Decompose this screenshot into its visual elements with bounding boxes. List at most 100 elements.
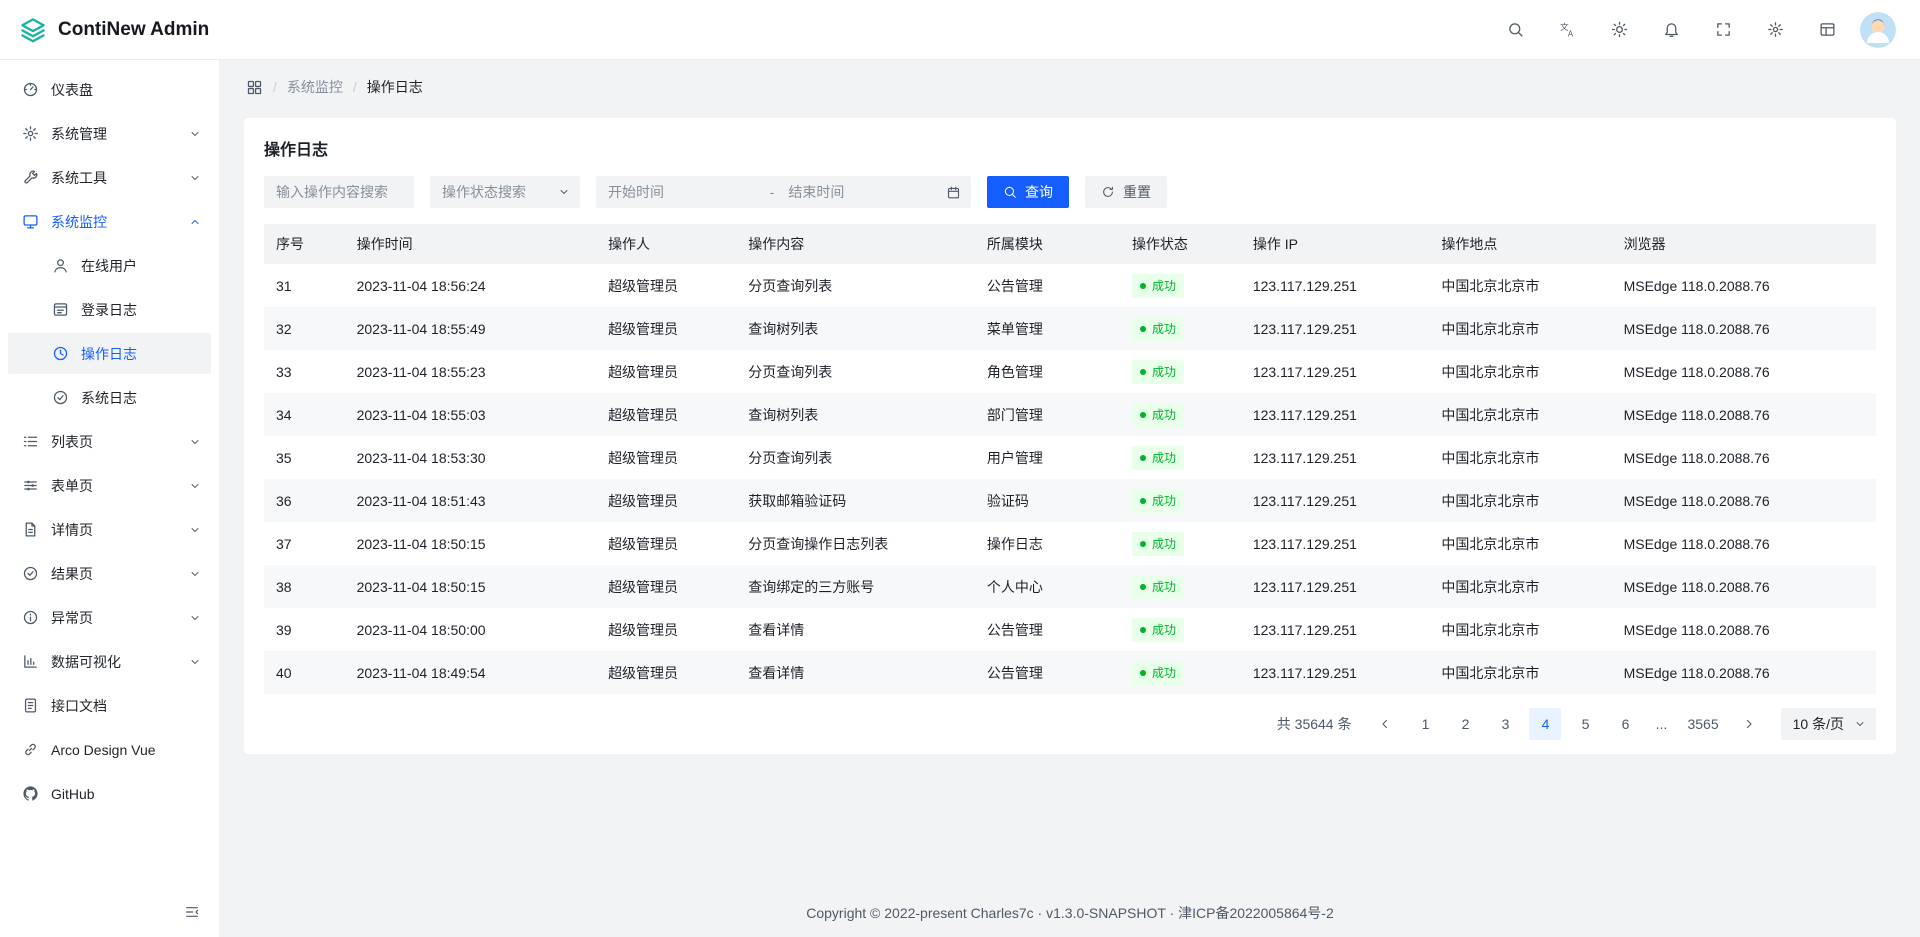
cell-content: 查询树列表 — [736, 307, 975, 350]
cell-ip: 123.117.129.251 — [1241, 436, 1430, 479]
chevron-down-icon — [189, 612, 201, 624]
sidebar-item-system-monitor[interactable]: 系统监控 — [8, 201, 211, 242]
cell-browser: MSEdge 118.0.2088.76 — [1612, 565, 1876, 608]
table-row: 352023-11-04 18:53:30超级管理员分页查询列表用户管理成功12… — [264, 436, 1876, 479]
date-range-separator: - — [766, 184, 779, 200]
status-badge: 成功 — [1132, 532, 1184, 556]
reset-button[interactable]: 重置 — [1085, 176, 1167, 208]
chevron-down-icon — [189, 172, 201, 184]
theme-light-icon — [1611, 21, 1628, 38]
breadcrumb-item-system-monitor[interactable]: 系统监控 — [287, 77, 343, 97]
pagination-page-3[interactable]: 3 — [1489, 708, 1521, 740]
sidebar-item-label: 数据可视化 — [51, 652, 177, 672]
pagination-ellipsis[interactable]: ... — [1649, 716, 1673, 732]
app-title: ContiNew Admin — [58, 19, 209, 41]
sidebar-item-data-visualization[interactable]: 数据可视化 — [8, 641, 211, 682]
table-row: 362023-11-04 18:51:43超级管理员获取邮箱验证码验证码成功12… — [264, 479, 1876, 522]
cell-operator: 超级管理员 — [596, 522, 736, 565]
notification-bell-button[interactable] — [1654, 13, 1688, 47]
cell-ip: 123.117.129.251 — [1241, 565, 1430, 608]
sidebar-item-label: 异常页 — [51, 608, 177, 628]
page-title: 操作日志 — [264, 136, 1876, 160]
column-header-ip: 操作 IP — [1241, 224, 1430, 264]
pagination-page-5[interactable]: 5 — [1569, 708, 1601, 740]
main-content: / 系统监控 / 操作日志 操作日志 操作状态搜索 开始时间 - 结束时间 — [220, 60, 1920, 937]
chevron-up-icon — [189, 216, 201, 228]
date-range-picker[interactable]: 开始时间 - 结束时间 — [596, 176, 971, 208]
sidebar-item-github[interactable]: GitHub — [8, 773, 211, 814]
query-button[interactable]: 查询 — [987, 176, 1069, 208]
pagination-page-2[interactable]: 2 — [1449, 708, 1481, 740]
cell-location: 中国北京北京市 — [1429, 264, 1611, 307]
cell-module: 角色管理 — [975, 350, 1120, 393]
status-dot-icon — [1140, 627, 1146, 633]
fullscreen-button[interactable] — [1706, 13, 1740, 47]
pagination-next-button[interactable] — [1733, 708, 1765, 740]
column-header-module: 所属模块 — [975, 224, 1120, 264]
refresh-icon — [1101, 185, 1115, 199]
cell-browser: MSEdge 118.0.2088.76 — [1612, 264, 1876, 307]
breadcrumb-separator: / — [273, 79, 277, 95]
translate-button[interactable]: 文A — [1550, 13, 1584, 47]
pagination-prev-button[interactable] — [1369, 708, 1401, 740]
layout-button[interactable] — [1810, 13, 1844, 47]
avatar[interactable] — [1860, 12, 1896, 48]
sidebar-item-detail-pages[interactable]: 详情页 — [8, 509, 211, 550]
cell-no: 39 — [264, 608, 345, 651]
cell-location: 中国北京北京市 — [1429, 393, 1611, 436]
sidebar-item-online-users[interactable]: 在线用户 — [8, 245, 211, 286]
sidebar-item-label: 在线用户 — [81, 256, 201, 276]
sidebar-item-label: 表单页 — [51, 476, 177, 496]
sidebar-item-system-logs[interactable]: 系统日志 — [8, 377, 211, 418]
app-logo[interactable]: ContiNew Admin — [18, 15, 209, 45]
sidebar-item-label: 结果页 — [51, 564, 177, 584]
settings-gear-button[interactable] — [1758, 13, 1792, 47]
page-size-select[interactable]: 10 条/页 — [1781, 708, 1876, 740]
sidebar-item-login-logs[interactable]: 登录日志 — [8, 289, 211, 330]
apps-grid-icon[interactable] — [246, 79, 263, 96]
exception-info-icon — [22, 609, 39, 626]
cell-status: 成功 — [1120, 307, 1241, 350]
status-dot-icon — [1140, 541, 1146, 547]
cell-content: 查询树列表 — [736, 393, 975, 436]
sidebar-item-dashboard[interactable]: 仪表盘 — [8, 69, 211, 110]
list-icon — [22, 433, 39, 450]
cell-browser: MSEdge 118.0.2088.76 — [1612, 522, 1876, 565]
sidebar-item-exception-pages[interactable]: 异常页 — [8, 597, 211, 638]
sidebar-item-arco-design-vue[interactable]: Arco Design Vue — [8, 729, 211, 770]
sidebar-item-form-pages[interactable]: 表单页 — [8, 465, 211, 506]
pagination-page-6[interactable]: 6 — [1609, 708, 1641, 740]
cell-module: 公告管理 — [975, 264, 1120, 307]
sidebar-item-api-docs[interactable]: 接口文档 — [8, 685, 211, 726]
search-input[interactable] — [264, 176, 414, 208]
pagination-page-1[interactable]: 1 — [1409, 708, 1441, 740]
pagination-page-3565[interactable]: 3565 — [1681, 708, 1724, 740]
pagination-page-4[interactable]: 4 — [1529, 708, 1561, 740]
cell-status: 成功 — [1120, 522, 1241, 565]
column-header-time: 操作时间 — [345, 224, 596, 264]
sidebar-item-result-pages[interactable]: 结果页 — [8, 553, 211, 594]
sidebar-item-operation-logs[interactable]: 操作日志 — [8, 333, 211, 374]
status-label: 成功 — [1152, 664, 1176, 681]
cell-content: 查看详情 — [736, 651, 975, 694]
status-select[interactable]: 操作状态搜索 — [430, 176, 580, 208]
cell-browser: MSEdge 118.0.2088.76 — [1612, 651, 1876, 694]
collapse-sidebar-button[interactable] — [179, 899, 205, 925]
cell-operator: 超级管理员 — [596, 565, 736, 608]
cell-browser: MSEdge 118.0.2088.76 — [1612, 307, 1876, 350]
status-label: 成功 — [1152, 363, 1176, 380]
theme-light-button[interactable] — [1602, 13, 1636, 47]
app-header: ContiNew Admin 文A — [0, 0, 1920, 60]
sidebar-item-list-pages[interactable]: 列表页 — [8, 421, 211, 462]
cell-ip: 123.117.129.251 — [1241, 393, 1430, 436]
sidebar-item-system-management[interactable]: 系统管理 — [8, 113, 211, 154]
cell-ip: 123.117.129.251 — [1241, 307, 1430, 350]
cell-location: 中国北京北京市 — [1429, 479, 1611, 522]
cell-ip: 123.117.129.251 — [1241, 608, 1430, 651]
search-button[interactable] — [1498, 13, 1532, 47]
continew-logo-icon — [18, 15, 48, 45]
sidebar-item-system-tools[interactable]: 系统工具 — [8, 157, 211, 198]
sidebar-item-label: 系统日志 — [81, 388, 201, 408]
cell-status: 成功 — [1120, 393, 1241, 436]
history-clock-icon — [52, 345, 69, 362]
